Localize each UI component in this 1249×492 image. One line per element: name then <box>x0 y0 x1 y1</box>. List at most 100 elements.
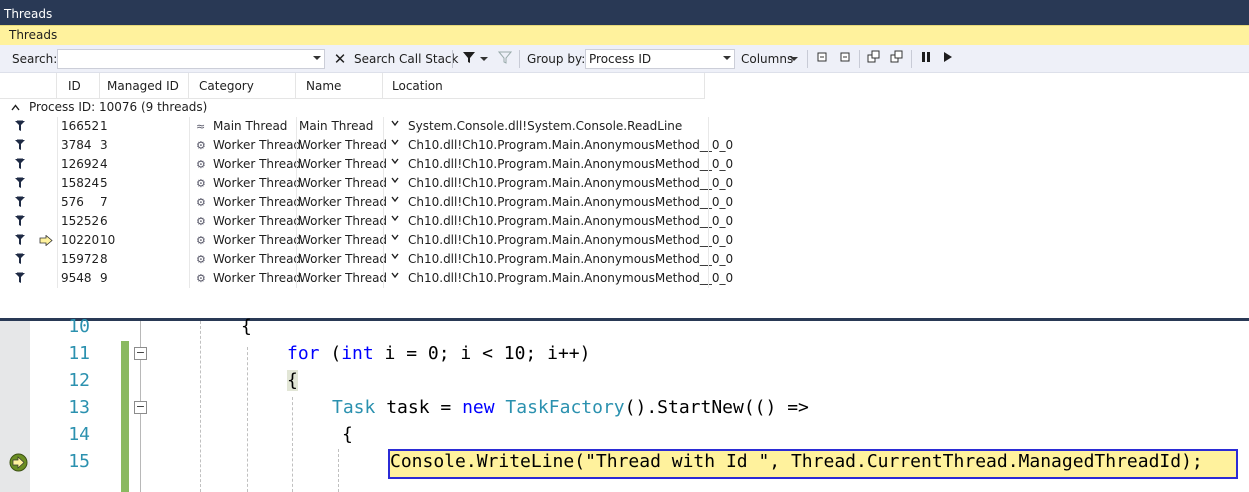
thread-row[interactable]: 15972 8 ⚙ Worker Thread Worker Thread Ch10.dl… <box>0 250 733 269</box>
expand-location-icon[interactable] <box>391 252 399 263</box>
column-header-managed-id[interactable]: Managed ID <box>100 73 189 99</box>
flag-icon[interactable] <box>14 196 26 208</box>
thread-managed-id: 1 <box>100 119 108 133</box>
expand-location-icon[interactable] <box>391 176 399 187</box>
search-dropdown-icon[interactable] <box>313 56 321 60</box>
thread-category: Worker Thread <box>213 195 302 209</box>
cell-divider <box>296 155 297 174</box>
toolbar-separator <box>911 50 912 68</box>
thread-location: Ch10.dll!Ch10.Program.Main.AnonymousMeth… <box>408 271 734 285</box>
cell-divider <box>296 212 297 231</box>
filter-icon[interactable] <box>460 50 478 68</box>
line-number: 10 <box>68 316 90 337</box>
expand-location-icon[interactable] <box>391 195 399 206</box>
tab-threads[interactable]: Threads <box>9 28 57 42</box>
flag-icon[interactable] <box>14 234 26 246</box>
flag-icon[interactable] <box>14 158 26 170</box>
cell-divider <box>708 269 709 288</box>
expand-location-icon[interactable] <box>391 157 399 168</box>
code-editor[interactable]: 10 11 12 13 14 15 − − { for (int i = 0; … <box>0 316 1249 492</box>
thread-managed-id: 6 <box>100 214 108 228</box>
thaw-threads-icon[interactable] <box>888 50 906 68</box>
thread-row[interactable]: 576 7 ⚙ Worker Thread Worker Thread Ch10.dll!… <box>0 193 733 212</box>
freeze-threads-icon[interactable] <box>865 50 883 68</box>
line-number: 12 <box>68 370 90 391</box>
column-header-category[interactable]: Category <box>189 73 296 99</box>
cell-divider <box>189 193 190 212</box>
thread-name: Worker Thread <box>299 214 388 228</box>
thread-managed-id: 3 <box>100 138 108 152</box>
thread-row[interactable]: 3784 3 ⚙ Worker Thread Worker Thread Ch10.dll… <box>0 136 733 155</box>
collapse-block-icon[interactable]: − <box>134 401 147 414</box>
search-call-stack-button[interactable]: Search Call Stack <box>354 52 458 66</box>
cell-divider <box>57 136 58 155</box>
search-input[interactable] <box>57 49 325 69</box>
cell-divider <box>296 231 297 250</box>
chevron-down-icon[interactable] <box>723 56 731 60</box>
expand-groups-icon[interactable] <box>813 50 831 68</box>
cell-divider <box>189 231 190 250</box>
change-tracking-bar <box>121 341 129 492</box>
process-group-header[interactable]: Process ID: 10076 (9 threads) <box>0 99 705 117</box>
window-title: Threads <box>4 7 53 21</box>
filter-dropdown-icon[interactable] <box>479 50 489 68</box>
columns-button[interactable]: Columns <box>741 52 793 66</box>
thread-name: Worker Thread <box>299 195 388 209</box>
line-number: 13 <box>68 397 90 418</box>
play-icon[interactable] <box>939 50 957 68</box>
thread-category: Worker Thread <box>213 252 302 266</box>
columns-dropdown-icon[interactable] <box>789 50 799 68</box>
collapse-groups-icon[interactable] <box>836 50 854 68</box>
thread-row[interactable]: 16652 1 ≈ Main Thread Main Thread System.Cons… <box>0 117 710 136</box>
flag-icon[interactable] <box>14 139 26 151</box>
main-thread-icon: ≈ <box>196 120 206 133</box>
window-title-bar: Threads <box>0 0 1249 25</box>
flag-icon[interactable] <box>14 272 26 284</box>
cell-divider <box>383 117 384 136</box>
indent-guide <box>200 321 201 492</box>
thread-row[interactable]: 9548 9 ⚙ Worker Thread Worker Thread Ch10.dll… <box>0 269 733 288</box>
code-line-15: Console.WriteLine("Thread with Id ", Thr… <box>390 451 1203 472</box>
thread-category: Worker Thread <box>213 233 302 247</box>
thread-id: 15824 <box>61 176 100 190</box>
indent-guide <box>292 397 293 492</box>
cell-divider <box>296 117 297 136</box>
flag-icon[interactable] <box>14 177 26 189</box>
column-header-location[interactable]: Location <box>383 73 705 99</box>
thread-managed-id: 9 <box>100 271 108 285</box>
collapse-block-icon[interactable]: − <box>134 347 147 360</box>
thread-category: Worker Thread <box>213 271 302 285</box>
thread-location: System.Console.dll!System.Console.ReadLi… <box>408 119 683 133</box>
expand-location-icon[interactable] <box>391 214 399 225</box>
search-call-stack-icon[interactable]: ✕ <box>331 50 349 68</box>
collapse-group-icon[interactable] <box>11 103 20 114</box>
group-by-value: Process ID <box>589 52 652 66</box>
group-by-select[interactable]: Process ID <box>585 49 735 69</box>
expand-location-icon[interactable] <box>391 271 399 282</box>
code-line-12: { <box>287 370 298 391</box>
cell-divider <box>296 269 297 288</box>
process-group-label: Process ID: 10076 (9 threads) <box>29 100 208 114</box>
tool-window-tab[interactable]: Threads <box>0 25 1249 45</box>
expand-location-icon[interactable] <box>391 119 399 130</box>
column-header-name[interactable]: Name <box>296 73 383 99</box>
clear-filter-icon[interactable] <box>496 50 514 68</box>
cell-divider <box>57 117 58 136</box>
column-header-id[interactable]: ID <box>57 73 100 99</box>
thread-row[interactable]: 15252 6 ⚙ Worker Thread Worker Thread Ch10.dl… <box>0 212 733 231</box>
column-flag[interactable] <box>0 73 57 99</box>
flag-icon[interactable] <box>14 215 26 227</box>
column-header-row: ID Managed ID Category Name Location <box>0 73 705 99</box>
thread-row[interactable]: 12692 4 ⚙ Worker Thread Worker Thread Ch10.dl… <box>0 155 733 174</box>
flag-icon[interactable] <box>14 120 26 132</box>
expand-location-icon[interactable] <box>391 138 399 149</box>
cell-divider <box>383 155 384 174</box>
flag-icon[interactable] <box>14 253 26 265</box>
thread-category: Worker Thread <box>213 214 302 228</box>
pause-icon[interactable] <box>917 50 935 68</box>
thread-name: Worker Thread <box>299 157 388 171</box>
thread-row[interactable]: 10220 10 ⚙ Worker Thread Worker Thread Ch10.d… <box>0 231 733 250</box>
expand-location-icon[interactable] <box>391 233 399 244</box>
code-line-14: { <box>342 424 353 445</box>
thread-row[interactable]: 15824 5 ⚙ Worker Thread Worker Thread Ch10.dl… <box>0 174 733 193</box>
